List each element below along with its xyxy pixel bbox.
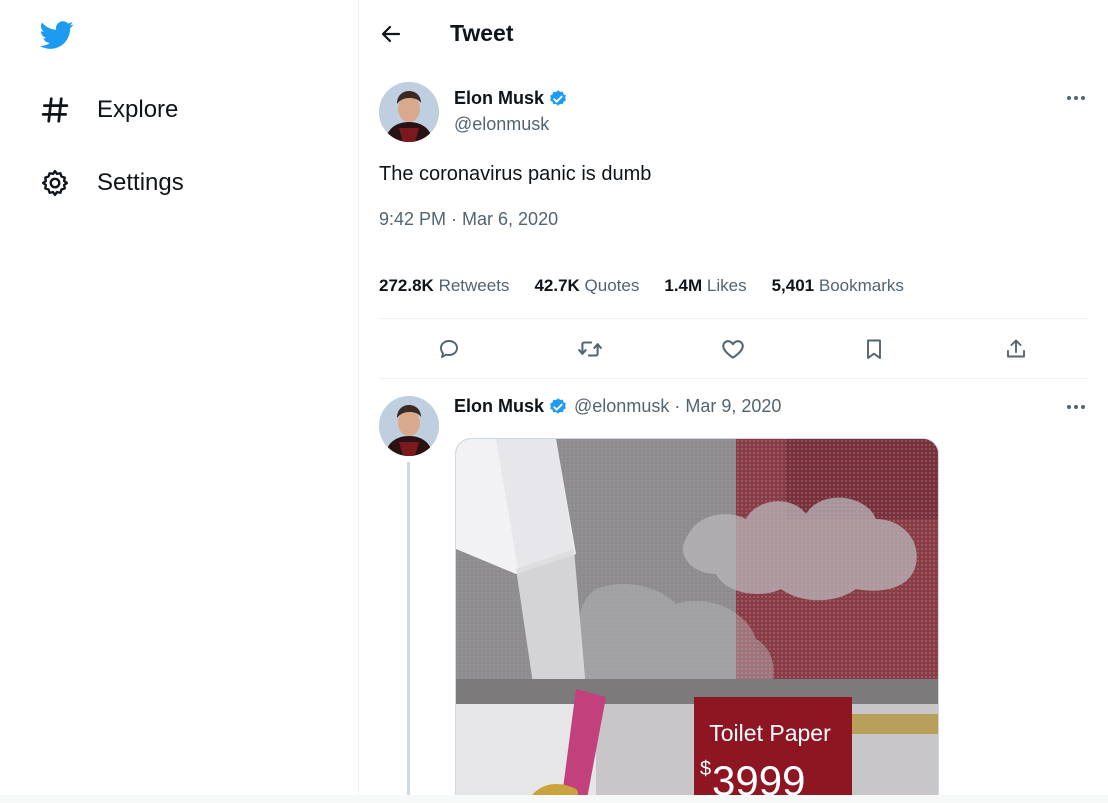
- like-icon: [722, 340, 744, 359]
- stat-label: Retweets: [438, 276, 510, 295]
- stat-value: 1.4M: [664, 276, 703, 295]
- stat-label: Bookmarks: [818, 276, 904, 295]
- avatar[interactable]: [379, 396, 439, 456]
- share-icon: [1007, 339, 1025, 358]
- stat-label: Likes: [706, 276, 747, 295]
- sign-currency: $: [700, 758, 711, 780]
- share-button[interactable]: [1001, 334, 1031, 364]
- sidebar-item-label: Settings: [97, 169, 184, 196]
- like-button[interactable]: [718, 334, 748, 364]
- tweet-text: The coronavirus panic is dumb: [379, 163, 652, 185]
- reply-meta[interactable]: @elonmusk · Mar 9, 2020: [574, 396, 781, 417]
- author-handle[interactable]: @elonmusk: [454, 114, 549, 135]
- stat-likes[interactable]: 1.4M Likes: [664, 276, 746, 296]
- sidebar: Explore Settings: [0, 0, 358, 803]
- avatar[interactable]: [379, 82, 439, 142]
- sidebar-item-explore[interactable]: Explore: [38, 90, 178, 130]
- more-dot-icon: [1067, 96, 1071, 100]
- sign-text: Toilet Paper: [709, 720, 831, 746]
- gear-icon: [38, 166, 72, 200]
- sidebar-item-label: Explore: [97, 96, 179, 123]
- stat-label: Quotes: [584, 276, 640, 295]
- more-dot-icon: [1074, 96, 1078, 100]
- more-dot-icon: [1067, 405, 1071, 409]
- more-dot-icon: [1074, 405, 1078, 409]
- thread-line: [407, 462, 410, 803]
- twitter-bird-icon[interactable]: [38, 18, 76, 52]
- tweet-author[interactable]: Elon Musk: [454, 88, 568, 109]
- bookmark-icon: [867, 339, 881, 359]
- tweet-timestamp[interactable]: 9:42 PM · Mar 6, 2020: [379, 209, 558, 230]
- sidebar-item-settings[interactable]: Settings: [38, 163, 184, 203]
- verified-badge-icon: [550, 397, 566, 414]
- header: Tweet: [359, 0, 1108, 68]
- reply-icon: [440, 340, 458, 358]
- tweet-actions: [379, 334, 1088, 364]
- stat-bookmarks[interactable]: 5,401 Bookmarks: [772, 276, 904, 296]
- stat-value: 272.8K: [379, 276, 434, 295]
- bookmark-button[interactable]: [859, 334, 889, 364]
- tweet-stats: 272.8K Retweets 42.7K Quotes 1.4M Likes …: [379, 276, 929, 296]
- more-options-button[interactable]: [1062, 88, 1090, 108]
- arrow-left-icon: [381, 25, 401, 43]
- hashtag-icon: [38, 93, 72, 127]
- retweet-icon: [578, 341, 602, 357]
- reply-author[interactable]: Elon Musk @elonmusk · Mar 9, 2020: [454, 396, 781, 417]
- stat-value: 42.7K: [534, 276, 580, 295]
- verified-badge-icon: [550, 89, 566, 106]
- back-button[interactable]: [377, 20, 405, 48]
- bottom-bar: [0, 795, 1108, 803]
- author-name[interactable]: Elon Musk: [454, 396, 544, 417]
- more-dot-icon: [1081, 405, 1085, 409]
- more-dot-icon: [1081, 96, 1085, 100]
- page-title: Tweet: [450, 20, 514, 46]
- divider: [379, 318, 1088, 319]
- author-name[interactable]: Elon Musk: [454, 88, 544, 109]
- reply-button[interactable]: [434, 334, 464, 364]
- stat-retweets[interactable]: 272.8K Retweets: [379, 276, 509, 296]
- retweet-button[interactable]: [575, 334, 605, 364]
- stat-value: 5,401: [771, 276, 815, 295]
- tweet-media-image[interactable]: Toilet Paper $ 3999: [455, 438, 939, 803]
- main-column: Tweet Elon Musk @elonmusk The coronaviru…: [359, 0, 1108, 803]
- more-options-button[interactable]: [1062, 397, 1090, 417]
- divider: [379, 378, 1088, 379]
- stat-quotes[interactable]: 42.7K Quotes: [534, 276, 639, 296]
